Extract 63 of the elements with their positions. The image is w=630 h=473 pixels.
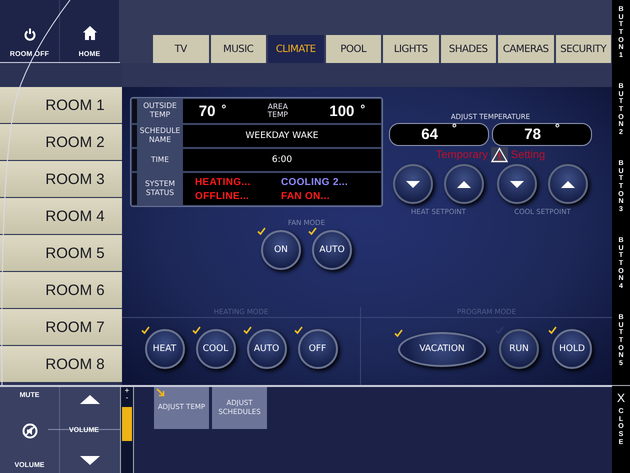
- room-button[interactable]: ROOM 8: [0, 346, 122, 382]
- tab[interactable]: TV: [153, 35, 208, 63]
- tab[interactable]: SHADES: [440, 35, 496, 63]
- status-text: OFFLINE...: [195, 190, 250, 202]
- status-text: COOLING 2...: [281, 176, 349, 188]
- decrease-button[interactable]: [393, 164, 433, 204]
- tab[interactable]: CLIMATE: [268, 35, 324, 63]
- mode-button[interactable]: RUN: [499, 329, 539, 369]
- power-icon[interactable]: [24, 28, 36, 41]
- up-arrow-icon: [559, 178, 577, 190]
- minus-sign: -: [126, 394, 128, 401]
- mute-icon: [22, 422, 38, 438]
- mode-button[interactable]: AUTO: [312, 230, 352, 270]
- down-arrow-icon: [80, 456, 100, 465]
- mode-button[interactable]: VACATION: [398, 332, 486, 366]
- notice-text: Temporary: [436, 149, 488, 161]
- status-text: FAN ON...: [281, 190, 331, 202]
- decrease-button[interactable]: [497, 164, 537, 204]
- volume-down-button[interactable]: [80, 456, 100, 465]
- up-arrow-icon: [80, 395, 100, 404]
- room-button[interactable]: ROOM 7: [0, 309, 122, 345]
- mode-button[interactable]: ON: [261, 230, 301, 270]
- degree-sign: °: [554, 121, 560, 135]
- close-icon[interactable]: X: [616, 392, 625, 404]
- mode-button[interactable]: COOL: [196, 329, 236, 369]
- up-arrow-icon: [455, 178, 473, 190]
- room-button[interactable]: ROOM 1: [0, 87, 122, 123]
- temperature-value: 70: [198, 102, 216, 120]
- mute-button[interactable]: [22, 422, 38, 438]
- room-button[interactable]: ROOM 3: [0, 161, 122, 197]
- slider-handle[interactable]: [122, 407, 132, 441]
- plus-sign: +: [124, 387, 130, 394]
- status-text: HEATING...: [195, 176, 252, 188]
- tab[interactable]: CAMERAS: [498, 35, 554, 63]
- field-value: WEEKDAY WAKE: [246, 131, 318, 141]
- mode-button[interactable]: HEAT: [144, 329, 184, 369]
- mode-button[interactable]: HOLD: [552, 329, 592, 369]
- room-button[interactable]: ROOM 4: [0, 198, 122, 234]
- volume-up-button[interactable]: [80, 395, 100, 404]
- mode-button[interactable]: OFF: [298, 329, 338, 369]
- down-arrow-icon: [508, 178, 526, 190]
- tab[interactable]: LIGHTS: [383, 35, 438, 63]
- home-icon[interactable]: [82, 25, 98, 41]
- increase-button[interactable]: [444, 164, 484, 204]
- notice-text: Setting: [510, 149, 546, 161]
- mode-button[interactable]: AUTO: [246, 329, 286, 369]
- increase-button[interactable]: [548, 164, 588, 204]
- room-button[interactable]: ROOM 6: [0, 272, 122, 308]
- tab[interactable]: POOL: [326, 35, 381, 63]
- tab[interactable]: SECURITY: [556, 35, 611, 63]
- degree-sign: °: [360, 102, 366, 116]
- arrow-icon: [156, 388, 165, 397]
- temperature-value: 100: [329, 102, 354, 120]
- tab[interactable]: MUSIC: [210, 35, 266, 63]
- degree-sign: °: [221, 102, 226, 116]
- warning-icon: [490, 147, 508, 163]
- temperature-value: 78: [524, 126, 541, 143]
- temperature-value: 64: [421, 126, 438, 143]
- down-arrow-icon: [404, 178, 422, 190]
- room-button[interactable]: ROOM 5: [0, 235, 122, 271]
- degree-sign: °: [452, 121, 457, 135]
- field-value: 6:00: [272, 155, 292, 165]
- room-button[interactable]: ROOM 2: [0, 124, 122, 160]
